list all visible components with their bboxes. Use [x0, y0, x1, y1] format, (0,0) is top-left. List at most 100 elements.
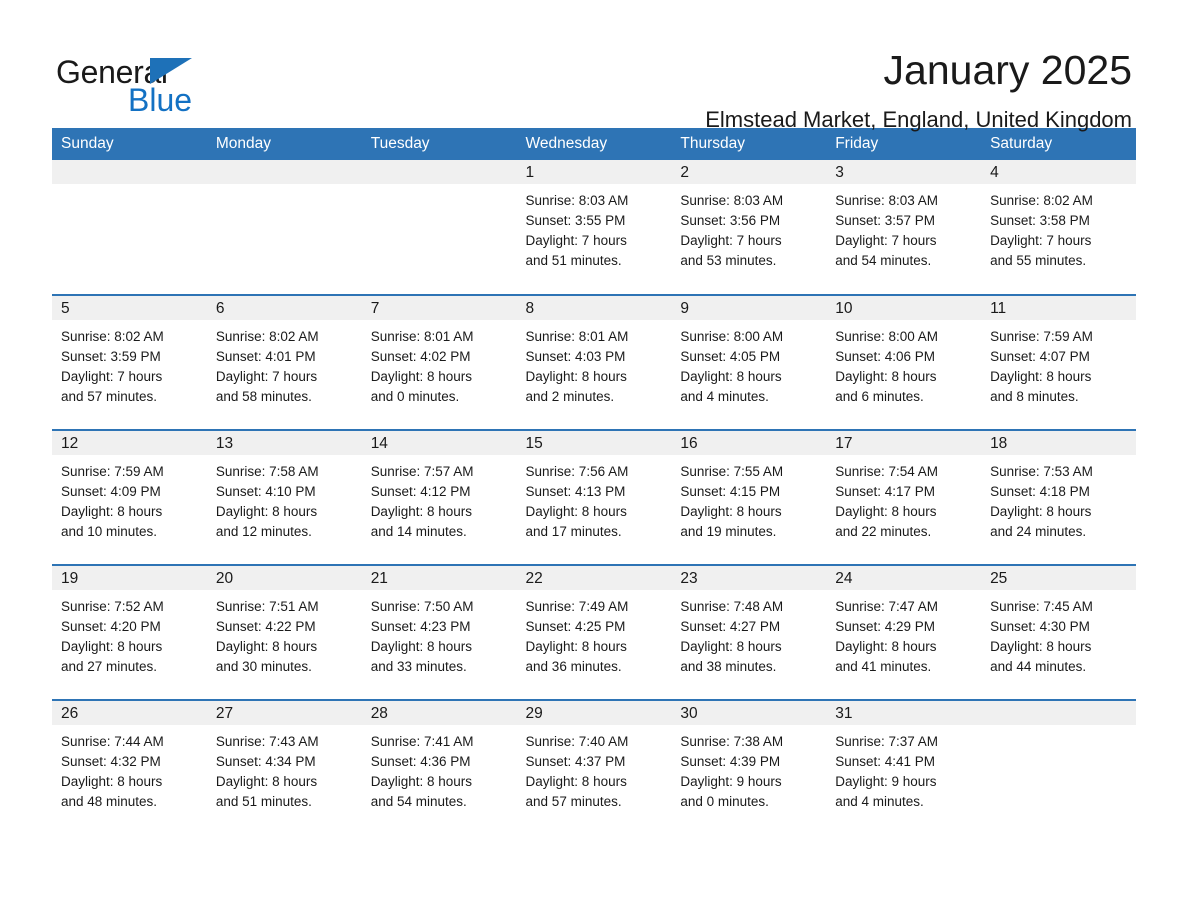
sunset-text: Sunset: 4:41 PM: [835, 754, 936, 769]
column-header-friday: Friday: [826, 128, 982, 160]
day-details: Sunrise: 7:56 AM Sunset: 4:13 PM Daylight:…: [517, 455, 672, 542]
day-details: Sunrise: 7:50 AM Sunset: 4:23 PM Daylight:…: [362, 590, 517, 677]
calendar-day-cell[interactable]: 5 Sunrise: 8:02 AM Sunset: 3:59 PM Daylight…: [52, 294, 207, 430]
calendar-day-cell[interactable]: 28 Sunrise: 7:41 AM Sunset: 4:36 PM Dayligh…: [361, 699, 517, 835]
sunrise-text: Sunrise: 7:48 AM: [680, 599, 784, 614]
calendar-day-cell[interactable]: 8 Sunrise: 8:01 AM Sunset: 4:03 PM Daylight…: [516, 294, 672, 430]
daylight-text-line1: Daylight: 7 hours: [835, 233, 937, 248]
daylight-text-line1: Daylight: 7 hours: [61, 369, 163, 384]
sunset-text: Sunset: 4:37 PM: [525, 754, 626, 769]
calendar-day-cell[interactable]: 10 Sunrise: 8:00 AM Sunset: 4:06 PM Dayligh…: [826, 294, 982, 430]
calendar-day-cell[interactable]: 13 Sunrise: 7:58 AM Sunset: 4:10 PM Dayligh…: [206, 429, 362, 565]
daylight-text-line1: Daylight: 7 hours: [525, 233, 627, 248]
calendar-day-cell[interactable]: 31 Sunrise: 7:37 AM Sunset: 4:41 PM Dayligh…: [826, 699, 982, 835]
calendar-day-cell[interactable]: 2 Sunrise: 8:03 AM Sunset: 3:56 PM Daylight…: [671, 160, 827, 295]
day-number: 29: [516, 701, 672, 725]
daylight-text-line2: and 54 minutes.: [370, 794, 467, 809]
calendar-day-cell[interactable]: 14 Sunrise: 7:57 AM Sunset: 4:12 PM Dayligh…: [361, 429, 517, 565]
calendar-day-cell[interactable]: 3 Sunrise: 8:03 AM Sunset: 3:57 PM Daylight…: [826, 160, 982, 295]
sunrise-text: Sunrise: 8:01 AM: [370, 329, 474, 344]
daylight-text-line2: and 2 minutes.: [525, 389, 615, 404]
calendar-table: Sunday Monday Tuesday Wednesday Thursday…: [52, 128, 1136, 835]
sunset-text: Sunset: 4:07 PM: [990, 349, 1090, 364]
sunrise-text: Sunrise: 7:49 AM: [525, 599, 629, 614]
day-details: Sunrise: 8:01 AM Sunset: 4:03 PM Daylight:…: [517, 320, 672, 407]
calendar-day-cell[interactable]: 27 Sunrise: 7:43 AM Sunset: 4:34 PM Dayligh…: [206, 699, 362, 835]
calendar-day-cell[interactable]: 24 Sunrise: 7:47 AM Sunset: 4:29 PM Dayligh…: [826, 564, 982, 700]
sunrise-text: Sunrise: 7:55 AM: [680, 464, 784, 479]
calendar-day-cell[interactable]: 15 Sunrise: 7:56 AM Sunset: 4:13 PM Dayligh…: [516, 429, 672, 565]
daylight-text-line1: Daylight: 7 hours: [215, 369, 318, 384]
calendar-day-cell[interactable]: 4 Sunrise: 8:02 AM Sunset: 3:58 PM Daylight…: [981, 160, 1136, 295]
calendar-day-cell[interactable]: 7 Sunrise: 8:01 AM Sunset: 4:02 PM Daylight…: [361, 294, 517, 430]
calendar-week-row: 19 Sunrise: 7:52 AM Sunset: 4:20 PM Dayligh…: [52, 564, 1136, 700]
sunrise-text: Sunrise: 7:50 AM: [370, 599, 474, 614]
sunset-text: Sunset: 4:22 PM: [215, 619, 316, 634]
daylight-text-line1: Daylight: 8 hours: [835, 639, 937, 654]
sunrise-text: Sunrise: 7:45 AM: [990, 599, 1093, 614]
sunset-text: Sunset: 4:23 PM: [370, 619, 471, 634]
day-details: Sunrise: 7:58 AM Sunset: 4:10 PM Daylight:…: [207, 455, 362, 542]
sunset-text: Sunset: 4:39 PM: [680, 754, 781, 769]
generalblue-logo[interactable]: General Blue: [56, 48, 206, 120]
calendar-day-cell[interactable]: 16 Sunrise: 7:55 AM Sunset: 4:15 PM Dayligh…: [671, 429, 827, 565]
daylight-text-line1: Daylight: 8 hours: [525, 369, 627, 384]
day-details: Sunrise: 8:02 AM Sunset: 3:58 PM Daylight:…: [981, 184, 1136, 271]
calendar-day-cell[interactable]: 21 Sunrise: 7:50 AM Sunset: 4:23 PM Dayligh…: [361, 564, 517, 700]
sunset-text: Sunset: 4:13 PM: [525, 484, 626, 499]
day-number: 17: [826, 431, 982, 455]
page-subtitle: Elmstead Market, England, United Kingdom: [705, 107, 1132, 133]
column-header-tuesday: Tuesday: [361, 128, 517, 160]
sunset-text: Sunset: 4:32 PM: [61, 754, 161, 769]
daylight-text-line2: and 4 minutes.: [680, 389, 769, 404]
calendar-day-cell[interactable]: 9 Sunrise: 8:00 AM Sunset: 4:05 PM Daylight…: [671, 294, 827, 430]
sunset-text: Sunset: 3:59 PM: [61, 349, 161, 364]
calendar-day-cell[interactable]: 12 Sunrise: 7:59 AM Sunset: 4:09 PM Dayligh…: [52, 429, 207, 565]
day-details: Sunrise: 7:37 AM Sunset: 4:41 PM Daylight:…: [826, 725, 981, 812]
daylight-text-line1: Daylight: 8 hours: [215, 639, 318, 654]
column-header-thursday: Thursday: [671, 128, 827, 160]
day-details: Sunrise: 7:49 AM Sunset: 4:25 PM Daylight:…: [517, 590, 672, 677]
calendar-day-cell[interactable]: 29 Sunrise: 7:40 AM Sunset: 4:37 PM Dayligh…: [516, 699, 672, 835]
daylight-text-line2: and 10 minutes.: [61, 524, 158, 539]
column-header-sunday: Sunday: [52, 128, 207, 160]
daylight-text-line1: Daylight: 8 hours: [61, 774, 163, 789]
sunset-text: Sunset: 4:29 PM: [835, 619, 936, 634]
daylight-text-line2: and 51 minutes.: [525, 253, 622, 268]
calendar-day-cell[interactable]: 11 Sunrise: 7:59 AM Sunset: 4:07 PM Dayligh…: [981, 294, 1136, 430]
daylight-text-line1: Daylight: 7 hours: [990, 233, 1092, 248]
day-number: 23: [671, 566, 827, 590]
calendar-day-cell[interactable]: 22 Sunrise: 7:49 AM Sunset: 4:25 PM Dayligh…: [516, 564, 672, 700]
day-details: Sunrise: 8:03 AM Sunset: 3:55 PM Daylight:…: [517, 184, 672, 271]
calendar-day-cell[interactable]: 30 Sunrise: 7:38 AM Sunset: 4:39 PM Dayligh…: [671, 699, 827, 835]
calendar-day-cell[interactable]: 23 Sunrise: 7:48 AM Sunset: 4:27 PM Dayligh…: [671, 564, 827, 700]
daylight-text-line2: and 48 minutes.: [61, 794, 158, 809]
daylight-text-line2: and 6 minutes.: [835, 389, 924, 404]
daylight-text-line2: and 55 minutes.: [990, 253, 1087, 268]
sunset-text: Sunset: 3:55 PM: [525, 213, 626, 228]
daylight-text-line1: Daylight: 8 hours: [215, 774, 318, 789]
calendar-day-cell[interactable]: 26 Sunrise: 7:44 AM Sunset: 4:32 PM Dayligh…: [52, 699, 207, 835]
sunset-text: Sunset: 4:03 PM: [525, 349, 626, 364]
daylight-text-line1: Daylight: 8 hours: [835, 504, 937, 519]
sunrise-text: Sunrise: 8:03 AM: [835, 193, 939, 208]
calendar-day-cell[interactable]: 17 Sunrise: 7:54 AM Sunset: 4:17 PM Dayligh…: [826, 429, 982, 565]
day-details: Sunrise: 7:53 AM Sunset: 4:18 PM Daylight:…: [981, 455, 1136, 542]
calendar-empty-cell: [361, 160, 517, 295]
day-number: 8: [516, 296, 672, 320]
sunrise-text: Sunrise: 8:01 AM: [525, 329, 629, 344]
day-number: 11: [981, 296, 1136, 320]
calendar-day-cell[interactable]: 6 Sunrise: 8:02 AM Sunset: 4:01 PM Daylight…: [206, 294, 362, 430]
calendar-day-cell[interactable]: 1 Sunrise: 8:03 AM Sunset: 3:55 PM Daylight…: [516, 160, 672, 295]
sunrise-text: Sunrise: 7:37 AM: [835, 734, 939, 749]
day-number: 3: [826, 160, 982, 184]
calendar-day-cell[interactable]: 25 Sunrise: 7:45 AM Sunset: 4:30 PM Dayligh…: [981, 564, 1136, 700]
day-number: 7: [361, 296, 517, 320]
calendar-day-cell[interactable]: 20 Sunrise: 7:51 AM Sunset: 4:22 PM Dayligh…: [206, 564, 362, 700]
calendar-container: Sunday Monday Tuesday Wednesday Thursday…: [52, 128, 1136, 835]
calendar-day-cell[interactable]: 18 Sunrise: 7:53 AM Sunset: 4:18 PM Dayligh…: [981, 429, 1136, 565]
calendar-day-cell[interactable]: 19 Sunrise: 7:52 AM Sunset: 4:20 PM Dayligh…: [52, 564, 207, 700]
day-details: Sunrise: 8:01 AM Sunset: 4:02 PM Daylight:…: [362, 320, 517, 407]
day-details: Sunrise: 7:41 AM Sunset: 4:36 PM Daylight:…: [362, 725, 517, 812]
daylight-text-line1: Daylight: 8 hours: [680, 639, 782, 654]
